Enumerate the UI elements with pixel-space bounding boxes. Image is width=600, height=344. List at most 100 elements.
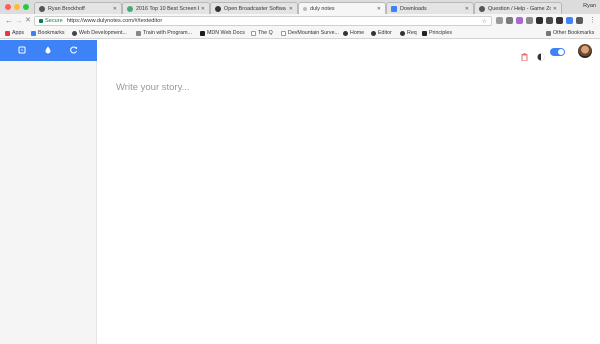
bookmarks-bar: Apps Bookmarks Web Development... Train … <box>0 28 600 39</box>
tab-close-icon[interactable]: ✕ <box>201 6 205 12</box>
forward-icon[interactable]: → <box>15 16 23 26</box>
browser-tab[interactable]: Ryan Brockhoff ✕ <box>34 2 122 14</box>
extension-icon[interactable] <box>576 17 583 24</box>
browser-tab[interactable]: Open Broadcaster Softwa ✕ <box>210 2 298 14</box>
download-icon <box>391 5 397 12</box>
bookmark-item[interactable]: Req <box>400 30 417 36</box>
bookmark-item[interactable]: Bookmarks <box>31 30 65 36</box>
theme-icon <box>537 53 545 61</box>
bookmark-label: Apps <box>12 30 25 36</box>
browser-tab[interactable]: 2016 Top 10 Best Screen R ✕ <box>122 2 210 14</box>
bookmark-label: Editor <box>378 30 392 36</box>
back-icon[interactable]: ← <box>5 16 13 26</box>
delete-button[interactable] <box>521 48 528 66</box>
github-icon <box>39 5 45 12</box>
drop-icon <box>45 46 51 54</box>
browser-tab-strip: Ryan Brockhoff ✕ 2016 Top 10 Best Screen… <box>0 0 600 15</box>
browser-tab[interactable]: Question / Help - Game Zo ✕ <box>474 2 562 14</box>
tab-close-icon[interactable]: ✕ <box>377 6 381 12</box>
bookmark-item[interactable]: Editor <box>371 30 392 36</box>
bookmark-item[interactable]: DevMountain Surve... <box>281 30 339 36</box>
tab-label: Ryan Brockhoff <box>48 5 85 12</box>
refresh-button[interactable] <box>69 45 79 55</box>
github-icon <box>479 5 485 12</box>
bookmark-item[interactable]: Home <box>343 30 364 36</box>
tab-close-icon[interactable]: ✕ <box>553 6 557 12</box>
profile-name[interactable]: Ryan <box>583 3 596 9</box>
bookmark-item[interactable]: Principles <box>422 30 452 36</box>
extension-icon[interactable] <box>516 17 523 24</box>
bookmark-item[interactable]: Other Bookmarks <box>546 30 594 36</box>
bookmark-item[interactable]: Web Development... <box>72 30 127 36</box>
story-editor[interactable] <box>112 78 582 328</box>
page-icon <box>251 30 256 36</box>
extension-icon[interactable] <box>506 17 513 24</box>
tab-label: 2016 Top 10 Best Screen R <box>136 5 199 12</box>
bookmark-label: Web Development... <box>79 30 127 36</box>
drop-button[interactable] <box>43 45 53 55</box>
github-icon <box>400 30 405 36</box>
page-icon <box>136 30 141 36</box>
globe-icon <box>72 30 77 36</box>
theme-button[interactable] <box>537 48 545 66</box>
bookmark-label: Principles <box>429 30 452 36</box>
page-icon <box>281 30 286 36</box>
maximize-window-button[interactable] <box>23 4 29 10</box>
other-bookmarks-label: Other Bookmarks <box>553 30 595 36</box>
avatar[interactable] <box>578 44 592 58</box>
mdn-icon <box>200 30 205 36</box>
extension-icon[interactable] <box>536 17 543 24</box>
theme-toggle[interactable] <box>550 48 565 56</box>
apps-icon <box>5 30 10 36</box>
bookmark-label: DevMountain Surve... <box>288 30 339 36</box>
bookmark-label: Home <box>350 30 365 36</box>
address-bar[interactable]: Secure https://www.dulynotes.com/#/texte… <box>34 16 492 26</box>
editor-placeholder: Write your story... <box>116 82 190 93</box>
minimize-window-button[interactable] <box>14 4 20 10</box>
close-window-button[interactable] <box>5 4 11 10</box>
tab-close-icon[interactable]: ✕ <box>289 6 293 12</box>
obs-icon <box>215 5 221 12</box>
star-icon <box>31 30 36 36</box>
bookmark-label: MDN Web Docs <box>207 30 245 36</box>
extension-icon[interactable] <box>566 17 573 24</box>
page-icon <box>127 5 133 12</box>
tab-close-icon[interactable]: ✕ <box>113 6 117 12</box>
refresh-icon <box>70 46 77 54</box>
browser-toolbar: ← → ✕ Secure https://www.dulynotes.com/#… <box>0 14 600 28</box>
star-icon[interactable]: ☆ <box>482 18 487 25</box>
toggle-knob <box>558 49 564 55</box>
shield-icon <box>422 30 427 36</box>
bookmark-item[interactable]: Apps <box>5 30 24 36</box>
extension-icon[interactable] <box>546 17 553 24</box>
tab-label: duly notes <box>310 6 335 12</box>
stop-icon[interactable]: ✕ <box>25 16 31 26</box>
new-note-button[interactable] <box>17 45 27 55</box>
tab-label: Open Broadcaster Softwa <box>224 5 286 12</box>
trash-icon <box>521 53 528 62</box>
extension-icon[interactable] <box>556 17 563 24</box>
page-icon <box>303 7 307 11</box>
tab-label: Downloads <box>400 5 427 12</box>
menu-icon[interactable]: ⋮ <box>589 16 596 26</box>
extension-icon[interactable] <box>496 17 503 24</box>
bookmark-item[interactable]: MDN Web Docs <box>200 30 245 36</box>
app-sidebar <box>0 40 97 344</box>
url-text: https://www.dulynotes.com/#/texteditor <box>66 18 163 24</box>
new-note-icon <box>18 46 26 54</box>
sidebar-header <box>0 40 97 61</box>
bookmark-label: Train with Program... <box>143 30 192 36</box>
github-icon <box>343 30 348 36</box>
lock-icon <box>39 19 43 23</box>
tab-label: Question / Help - Game Zo <box>488 5 551 12</box>
extension-icon[interactable] <box>526 17 533 24</box>
bookmark-label: Bookmarks <box>38 30 65 36</box>
folder-icon <box>546 30 551 36</box>
secure-label: Secure <box>45 18 63 24</box>
bookmark-item[interactable]: The Q <box>251 30 273 36</box>
tab-close-icon[interactable]: ✕ <box>465 6 469 12</box>
bookmark-label: The Q <box>258 30 273 36</box>
github-icon <box>371 30 376 36</box>
bookmark-item[interactable]: Train with Program... <box>136 30 192 36</box>
browser-tab[interactable]: Downloads ✕ <box>386 2 474 14</box>
